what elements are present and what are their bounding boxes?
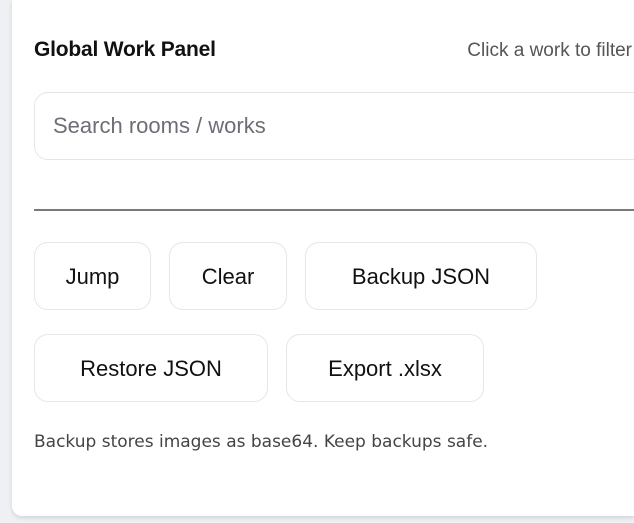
restore-json-button[interactable]: Restore JSON xyxy=(34,334,268,402)
backup-note: Backup stores images as base64. Keep bac… xyxy=(34,432,489,452)
global-work-panel: Global Work Panel Click a work to filter… xyxy=(12,0,634,516)
divider xyxy=(34,209,634,211)
panel-title: Global Work Panel xyxy=(34,38,216,61)
jump-button[interactable]: Jump xyxy=(34,242,151,310)
panel-header: Global Work Panel Click a work to filter xyxy=(34,38,634,68)
export-xlsx-button[interactable]: Export .xlsx xyxy=(286,334,484,402)
filter-hint: Click a work to filter xyxy=(467,40,632,61)
backup-json-button[interactable]: Backup JSON xyxy=(305,242,537,310)
search-input[interactable] xyxy=(34,92,634,160)
clear-button[interactable]: Clear xyxy=(169,242,287,310)
